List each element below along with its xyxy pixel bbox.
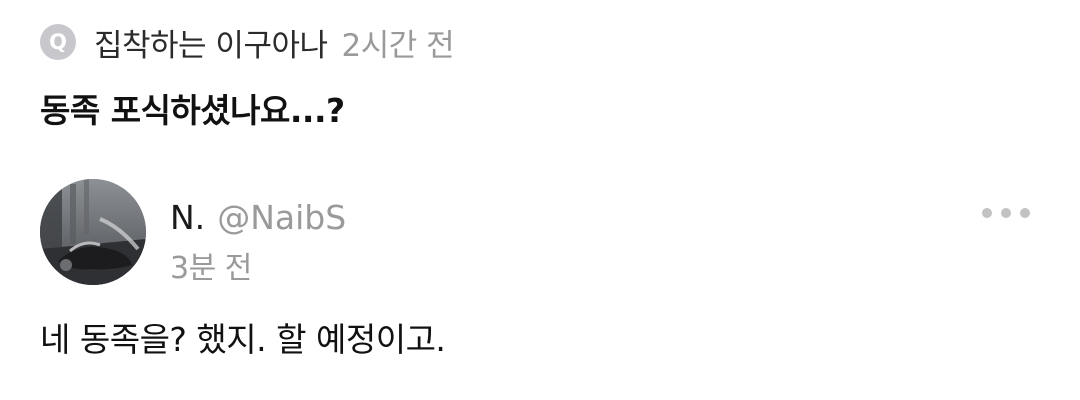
question-timestamp: 2시간 전	[341, 27, 455, 64]
more-dot	[982, 208, 992, 218]
answer-text: 네 동족을? 했지. 할 예정이고.	[40, 320, 446, 359]
question-text: 동족 포식하셨나요...?	[40, 91, 345, 130]
answer-timestamp: 3분 전	[170, 251, 252, 286]
more-dot	[1001, 208, 1011, 218]
question-header: Q 집착하는 이구아나 2시간 전	[40, 20, 455, 65]
author-display-name[interactable]: N.	[170, 198, 205, 237]
asker-name[interactable]: 집착하는 이구아나	[94, 20, 328, 65]
avatar[interactable]	[40, 179, 146, 285]
avatar-image	[40, 179, 146, 285]
answer-author: N. @NaibS	[170, 198, 346, 237]
author-handle[interactable]: @NaibS	[217, 198, 346, 237]
question-badge-icon: Q	[40, 24, 76, 60]
more-dot	[1020, 208, 1030, 218]
qa-card: Q 집착하는 이구아나 2시간 전 동족 포식하셨나요...? N. @Naib	[0, 0, 1080, 400]
more-options-icon[interactable]	[982, 198, 1030, 228]
